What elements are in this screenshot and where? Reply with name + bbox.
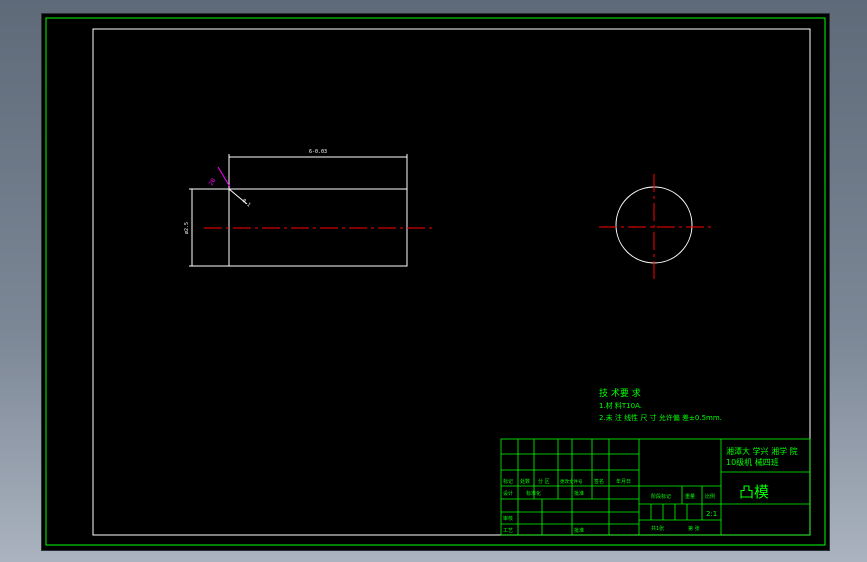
tb-label-stage: 阶段标记 [651, 493, 671, 500]
school-name: 湘潭大 学兴 湘学 院 [726, 446, 798, 456]
tb-label-mark: 标记 [503, 478, 513, 485]
front-view: 6-0.03 ø2.5 0.1 20 [184, 149, 432, 267]
tb-label-sheet-no: 第 张 [688, 525, 700, 532]
class-label: 10级机 械四班 [726, 457, 779, 467]
tb-label-design: 设计 [503, 490, 513, 497]
tb-label-weight: 重量 [685, 493, 695, 500]
roughness-leader [217, 166, 231, 188]
scale-value: 2:1 [706, 510, 717, 518]
outer-frame [45, 17, 826, 546]
tb-label-count: 处数 [520, 478, 530, 485]
tb-label-standard: 标准化 [526, 490, 541, 497]
chamfer-diag-text: 0.1 [241, 198, 252, 208]
cad-drawing-viewport[interactable]: 6-0.03 ø2.5 0.1 20 技 术要 求 1.材 料T10A. 2.未… [41, 13, 830, 551]
tb-label-sign: 签名 [594, 478, 604, 485]
tb-label-scale: 比例 [705, 493, 715, 500]
side-view [599, 174, 712, 280]
tech-item-2: 2.未 注 线性 尺 寸 允许偏 差±0.5mm. [599, 413, 722, 422]
dim-text-left: ø2.5 [184, 222, 190, 234]
tb-label-approve-1: 批准 [574, 490, 584, 497]
tech-requirements: 技 术要 求 1.材 料T10A. 2.未 注 线性 尺 寸 允许偏 差±0.5… [599, 387, 722, 422]
tb-label-change: 更改文件号 [560, 478, 583, 485]
part-name: 凸模 [739, 483, 769, 501]
tb-label-process: 工艺 [503, 528, 513, 534]
tech-item-1: 1.材 料T10A. [599, 401, 642, 410]
inner-frame [92, 28, 811, 536]
chamfer-left-text: 20 [208, 177, 218, 187]
dim-text-top: 6-0.03 [309, 149, 327, 155]
tb-label-total-sheets: 共1张 [651, 525, 664, 532]
drawing-sheet: 6-0.03 ø2.5 0.1 20 技 术要 求 1.材 料T10A. 2.未… [45, 17, 826, 546]
tb-label-zone: 分 区 [538, 478, 550, 485]
title-block-text: 湘潭大 学兴 湘学 院 10级机 械四班 凸模 2:1 标记 处数 分 区 更改… [503, 446, 798, 534]
tb-label-approve-2: 批准 [574, 527, 584, 534]
tech-title: 技 术要 求 [599, 387, 641, 399]
tb-label-date: 年月日 [616, 478, 631, 485]
tb-label-review: 审核 [503, 515, 513, 522]
